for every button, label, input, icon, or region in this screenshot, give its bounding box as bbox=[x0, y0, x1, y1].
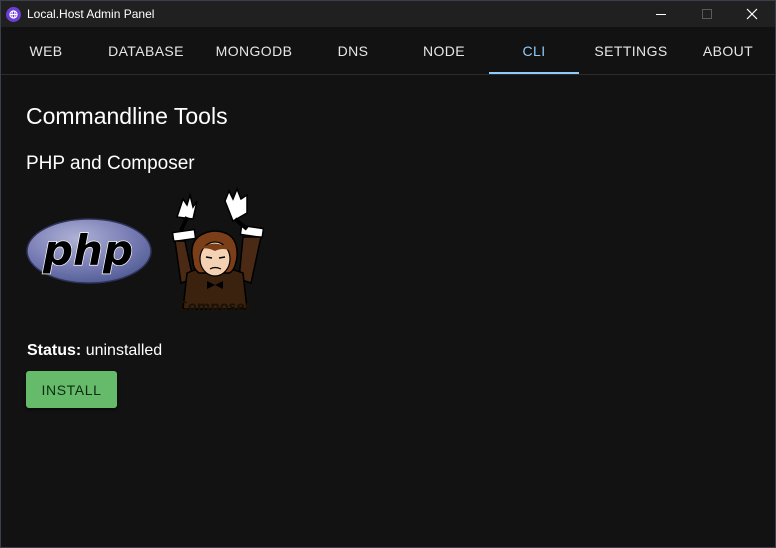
php-logo-text: php bbox=[42, 226, 133, 275]
title-bar[interactable]: Local.Host Admin Panel bbox=[1, 1, 775, 27]
tab-cli[interactable]: CLI bbox=[489, 27, 579, 75]
section-title: PHP and Composer bbox=[26, 153, 195, 174]
tab-mongodb[interactable]: MONGODB bbox=[201, 27, 307, 75]
active-tab-indicator bbox=[489, 72, 579, 74]
tab-about[interactable]: ABOUT bbox=[683, 27, 773, 75]
page-title: Commandline Tools bbox=[26, 103, 228, 129]
composer-logo: Composer bbox=[171, 187, 265, 315]
globe-icon bbox=[6, 7, 21, 22]
window-title: Local.Host Admin Panel bbox=[27, 7, 155, 21]
composer-logo-text: Composer bbox=[178, 300, 252, 315]
maximize-button[interactable] bbox=[684, 1, 730, 27]
minimize-icon bbox=[656, 14, 666, 15]
close-button[interactable] bbox=[729, 1, 775, 27]
tab-database[interactable]: DATABASE bbox=[91, 27, 201, 75]
install-button[interactable]: INSTALL bbox=[26, 371, 117, 408]
status-value: uninstalled bbox=[85, 342, 163, 359]
tab-settings[interactable]: SETTINGS bbox=[579, 27, 683, 75]
tab-dns[interactable]: DNS bbox=[307, 27, 399, 75]
tab-bar: WEB DATABASE MONGODB DNS NODE CLI SETTIN… bbox=[1, 27, 775, 75]
tab-web[interactable]: WEB bbox=[1, 27, 91, 75]
status-label: Status: bbox=[27, 342, 82, 359]
close-icon bbox=[746, 8, 758, 20]
tab-node[interactable]: NODE bbox=[399, 27, 489, 75]
php-logo: php bbox=[26, 218, 152, 284]
minimize-button[interactable] bbox=[638, 1, 684, 27]
maximize-icon bbox=[702, 9, 712, 19]
status-line: Status: uninstalled bbox=[27, 342, 162, 360]
app-window: Local.Host Admin Panel WEB DATABASE MONG… bbox=[0, 0, 776, 548]
